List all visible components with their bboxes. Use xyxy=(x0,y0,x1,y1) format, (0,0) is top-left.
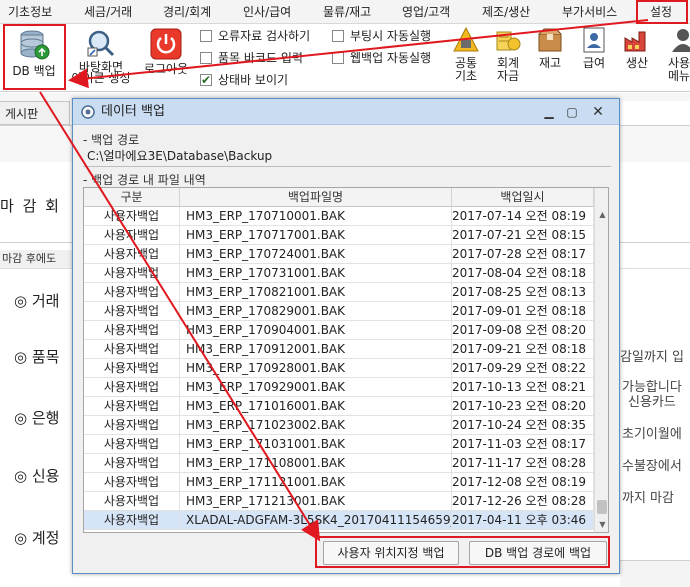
arrow-db-backup-to-buttons xyxy=(39,91,321,542)
arrow-settings-to-db-backup xyxy=(68,19,649,89)
annotation-arrows xyxy=(39,19,649,542)
